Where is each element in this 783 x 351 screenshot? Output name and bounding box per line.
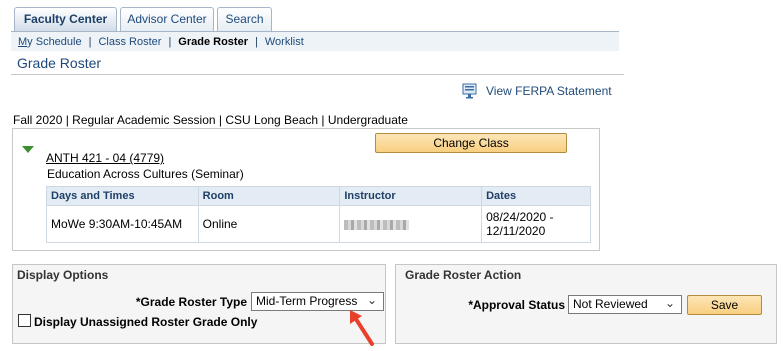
page-title: Grade Roster <box>17 55 102 71</box>
approval-status-label: *Approval Status <box>468 298 565 312</box>
column-header-room: Room <box>197 186 341 206</box>
tab-label: Search <box>225 12 264 26</box>
display-unassigned-checkbox[interactable] <box>18 314 31 327</box>
cell-days-times: MoWe 9:30AM-10:45AM <box>46 205 199 243</box>
display-options-title: Display Options <box>17 268 109 282</box>
redacted-instructor-name <box>344 219 410 230</box>
cell-instructor <box>339 205 483 243</box>
grade-roster-type-label: *Grade Roster Type <box>135 295 247 309</box>
collapse-triangle-icon[interactable] <box>22 146 34 153</box>
term-info: Fall 2020 | Regular Academic Session | C… <box>13 113 408 127</box>
class-description: Education Across Cultures (Seminar) <box>47 167 244 181</box>
tab-search[interactable]: Search <box>217 7 272 31</box>
tab-faculty-center[interactable]: Faculty Center <box>14 7 117 32</box>
class-code-link[interactable]: ANTH 421 - 04 (4779) <box>46 151 164 165</box>
subnav-worklist[interactable]: Worklist <box>265 36 304 48</box>
meeting-table: Days and Times Room Instructor Dates MoW… <box>46 186 591 243</box>
annotation-arrow-icon <box>350 310 374 346</box>
tab-label: Faculty Center <box>23 12 108 26</box>
column-header-instructor: Instructor <box>339 186 483 206</box>
approval-status-select[interactable]: Not Reviewed ⌄ <box>568 295 682 314</box>
save-button[interactable]: Save <box>687 295 762 315</box>
cell-room: Online <box>197 205 341 243</box>
cell-dates: 08/24/2020 -12/11/2020 <box>481 205 591 243</box>
subnav-class-roster[interactable]: Class Roster <box>98 36 161 48</box>
tab-advisor-center[interactable]: Advisor Center <box>120 7 214 31</box>
divider <box>11 74 624 75</box>
grade-roster-action-title: Grade Roster Action <box>405 268 522 282</box>
column-header-days-times: Days and Times <box>46 186 199 206</box>
table-row: MoWe 9:30AM-10:45AM Online 08/24/2020 -1… <box>46 205 591 243</box>
subnav-grade-roster: Grade Roster <box>178 36 248 48</box>
column-header-dates: Dates <box>481 186 591 206</box>
chevron-down-icon: ⌄ <box>664 296 675 310</box>
tab-label: Advisor Center <box>127 12 207 26</box>
view-ferpa-link[interactable]: View FERPA Statement <box>486 84 612 98</box>
subnav-my-schedule[interactable]: My Schedule <box>18 36 82 48</box>
display-unassigned-label: Display Unassigned Roster Grade Only <box>34 315 258 329</box>
change-class-button[interactable]: Change Class <box>375 133 567 153</box>
ferpa-document-icon[interactable] <box>462 82 479 99</box>
subnav: My Schedule | Class Roster | Grade Roster | Wo… <box>18 36 304 48</box>
